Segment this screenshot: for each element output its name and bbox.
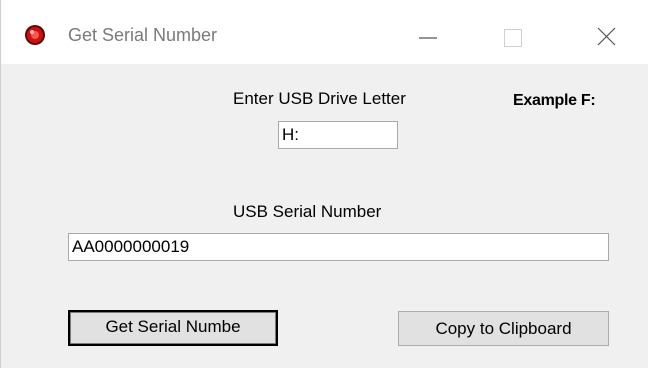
minimize-icon [419, 37, 437, 39]
close-icon [597, 27, 616, 46]
get-serial-number-window: Get Serial Number Enter USB Drive Letter… [0, 0, 648, 368]
close-button[interactable] [584, 14, 628, 54]
copy-to-clipboard-button[interactable]: Copy to Clipboard [398, 311, 609, 346]
maximize-icon [504, 29, 522, 47]
window-title: Get Serial Number [68, 25, 218, 45]
drive-letter-input[interactable]: H: [278, 121, 398, 149]
title-bar[interactable]: Get Serial Number [1, 0, 648, 64]
minimize-button[interactable] [405, 14, 449, 54]
get-serial-number-button[interactable]: Get Serial Numbe [68, 310, 278, 346]
serial-number-label: USB Serial Number [233, 202, 382, 221]
drive-letter-label: Enter USB Drive Letter [233, 89, 406, 108]
serial-number-field[interactable]: AA0000000019 [68, 233, 609, 261]
example-label: Example F: [513, 92, 596, 109]
maximize-button[interactable] [491, 14, 535, 54]
app-icon[interactable] [24, 24, 46, 46]
